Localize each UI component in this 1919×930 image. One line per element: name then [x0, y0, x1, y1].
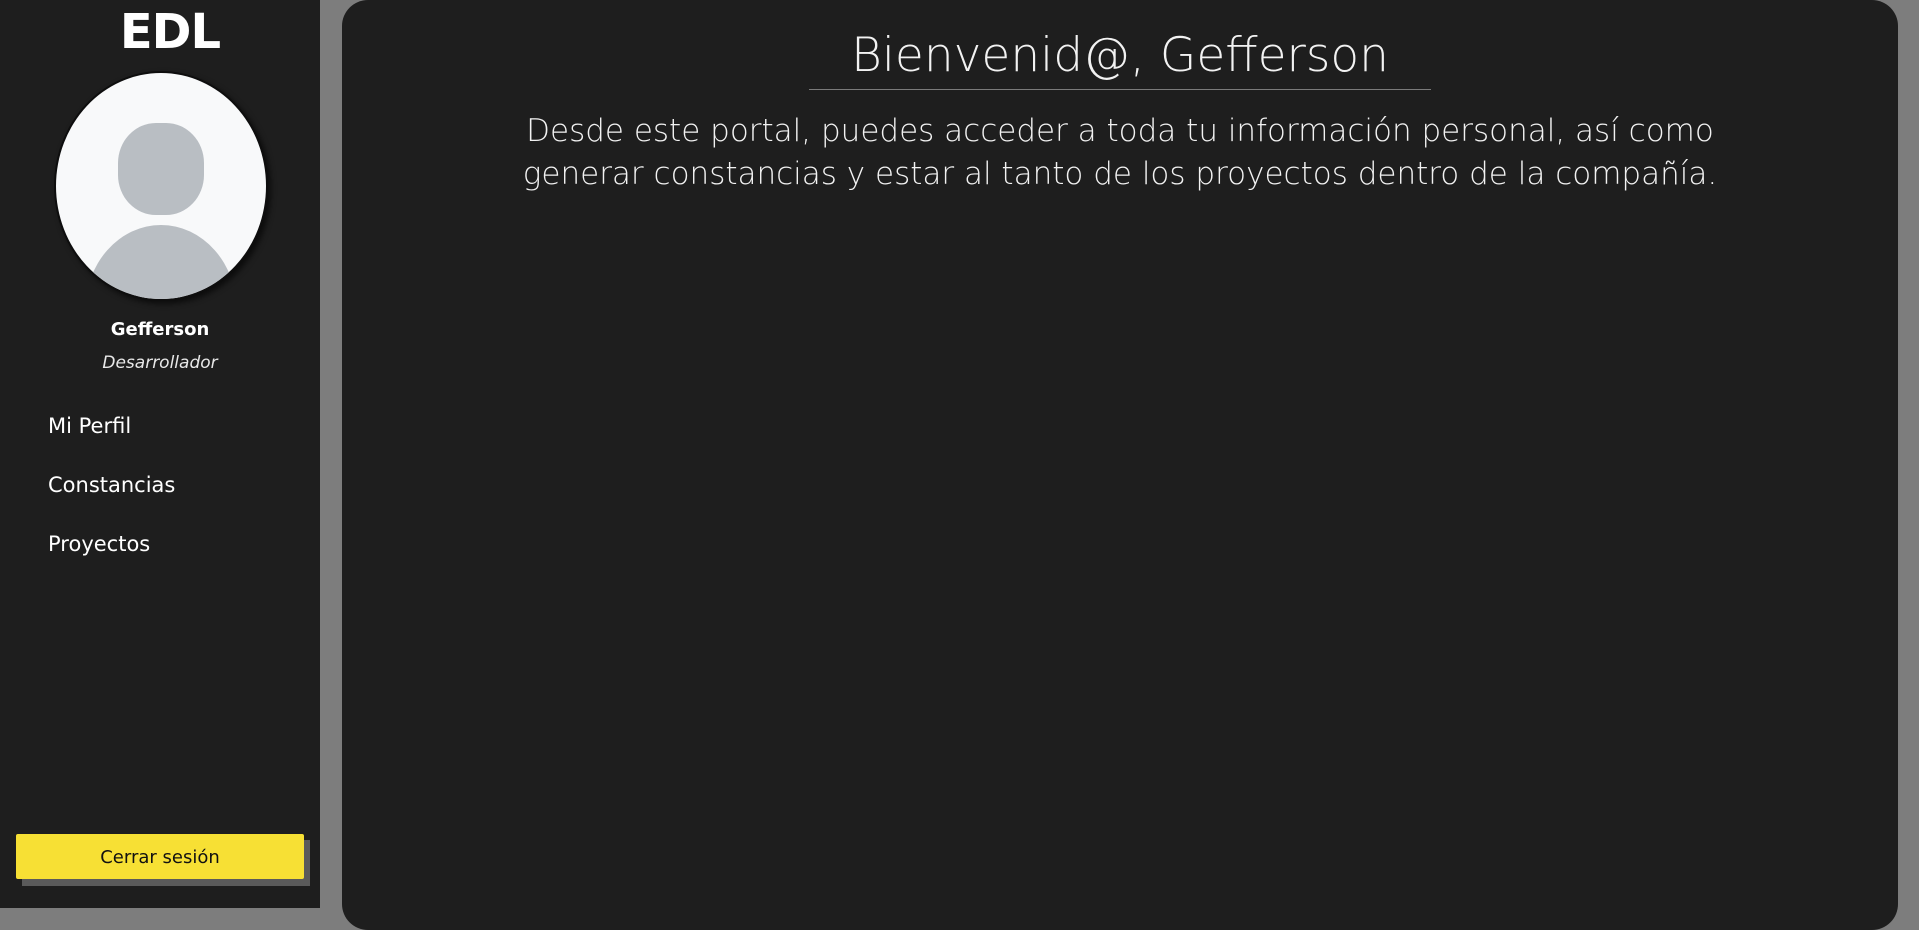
logout-button[interactable]: Cerrar sesión	[16, 834, 304, 879]
intro-text: Desde este portal, puedes acceder a toda…	[522, 113, 1718, 192]
nav-item-proyectos[interactable]: Proyectos	[48, 532, 150, 556]
avatar	[54, 71, 268, 301]
nav-item-constancias[interactable]: Constancias	[48, 473, 175, 497]
user-role: Desarrollador	[102, 353, 218, 373]
sidebar: EDL Gefferson Desarrollador Mi Perfil Co…	[0, 0, 320, 908]
page-title: Bienvenid@, Gefferson	[851, 28, 1389, 83]
user-placeholder-icon	[85, 123, 237, 299]
user-name: Gefferson	[110, 319, 210, 340]
title-divider	[809, 89, 1431, 90]
app-logo: EDL	[119, 4, 221, 60]
nav-item-mi-perfil[interactable]: Mi Perfil	[48, 414, 131, 438]
main-panel: Bienvenid@, Gefferson Desde este portal,…	[342, 0, 1898, 930]
